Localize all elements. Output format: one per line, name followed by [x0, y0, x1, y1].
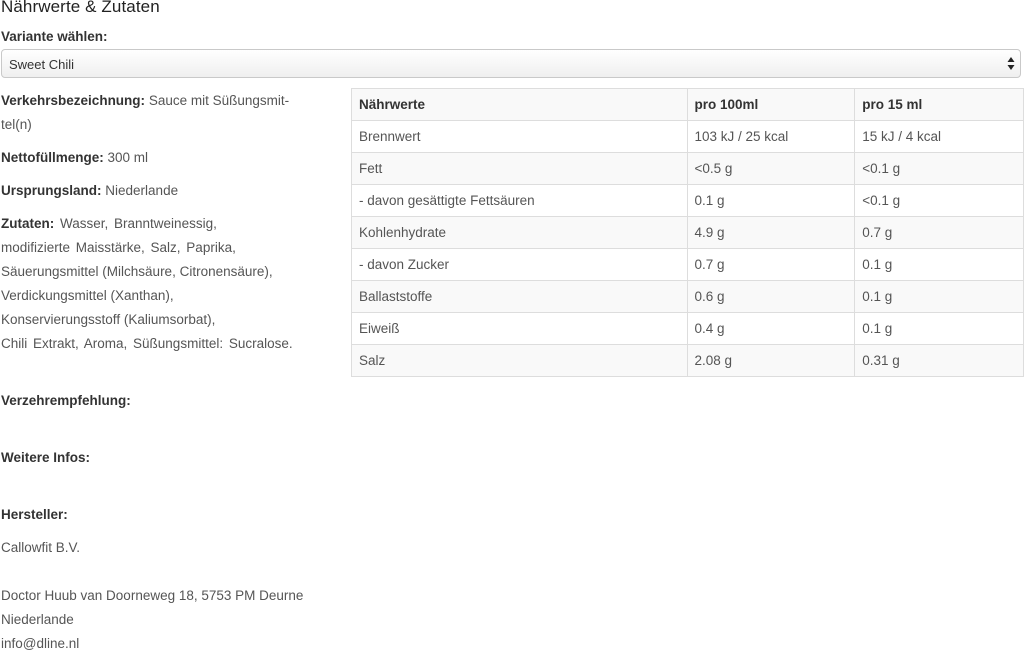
nutrition-cell: <0.1 g — [854, 152, 1024, 185]
nutrition-row: - davon Zucker 0.7 g 0.1 g — [351, 248, 1024, 281]
variant-selected-value: Sweet Chili — [9, 57, 75, 72]
designation-value-line1: Sauce mit Süßungsmit- — [148, 93, 290, 108]
more-info-label: Weitere Infos: — [1, 446, 331, 470]
ingredients-line: Konservierungsstoff (Kaliumsorbat), — [1, 312, 216, 327]
nutrition-cell: 0.1 g — [854, 280, 1024, 313]
ingredients-line: Verdickungsmittel (Xanthan), — [1, 288, 174, 303]
product-details: Verkehrsbezeichnung: Sauce mit Süßungsmi… — [1, 89, 331, 656]
nutrition-row: Fett <0.5 g <0.1 g — [351, 152, 1024, 185]
nutrition-row: Eiweiß 0.4 g 0.1 g — [351, 312, 1024, 345]
nutrition-header-cell: pro 100ml — [686, 88, 856, 121]
address-line2: Niederlande — [1, 612, 74, 627]
recommendation-label: Verzehrempfehlung: — [1, 389, 331, 413]
manufacturer-label-text: Hersteller: — [1, 507, 68, 522]
nutrition-cell: 0.6 g — [686, 280, 856, 313]
nutrition-cell: - davon Zucker — [351, 248, 688, 281]
nutrition-row: Salz 2.08 g 0.31 g — [351, 344, 1024, 377]
nutrition-cell: - davon gesättigte Fettsäuren — [351, 184, 688, 217]
nutrition-cell: Fett — [351, 152, 688, 185]
more-info-label-text: Weitere Infos: — [1, 450, 91, 465]
designation-row: Verkehrsbezeichnung: Sauce mit Süßungsmi… — [1, 89, 331, 113]
manufacturer-name: Callowfit B.V. — [1, 540, 81, 555]
nutrition-cell: <0.1 g — [854, 184, 1024, 217]
ingredients-line: modifizierte Maisstärke, Salz, Paprika, — [1, 240, 236, 255]
nutrition-row: - davon gesättigte Fettsäuren 0.1 g <0.1 g — [351, 184, 1024, 217]
nutrition-cell: Salz — [351, 344, 688, 377]
nutrition-cell: Eiweiß — [351, 312, 688, 345]
designation-label: Verkehrsbezeichnung: — [1, 93, 146, 108]
updown-arrows-icon — [1007, 57, 1015, 70]
nutrition-cell: 15 kJ / 4 kcal — [854, 120, 1024, 153]
nutrition-header-row: Nährwerte pro 100ml pro 15 ml — [351, 88, 1024, 121]
nutrition-cell: Brennwert — [351, 120, 688, 153]
ingredients-line: Chili Extrakt, Aroma, Süßungsmittel: Suc… — [1, 336, 293, 351]
nutrition-cell: 0.31 g — [854, 344, 1024, 377]
ingredients-row: Zutaten: Wasser, Branntweinessig, — [1, 212, 331, 236]
nutrition-cell: 0.1 g — [854, 248, 1024, 281]
nutrition-cell: Ballaststoffe — [351, 280, 688, 313]
nutrition-cell: 0.1 g — [686, 184, 856, 217]
designation-value-line2: tel(n) — [1, 117, 32, 132]
nutrition-cell: 0.1 g — [854, 312, 1024, 345]
email-address: info@dline.nl — [1, 636, 80, 651]
variant-select[interactable]: Sweet Chili — [1, 49, 1021, 78]
ingredients-line: Wasser, Branntweinessig, — [60, 216, 217, 231]
origin-value: Niederlande — [105, 183, 179, 198]
manufacturer-label: Hersteller: — [1, 503, 331, 527]
nutrition-cell: 0.7 g — [686, 248, 856, 281]
nutrition-header-cell: pro 15 ml — [854, 88, 1024, 121]
nutrition-cell: 0.7 g — [854, 216, 1024, 249]
nutrition-row: Kohlenhydrate 4.9 g 0.7 g — [351, 216, 1024, 249]
origin-row: Ursprungsland: Niederlande — [1, 179, 331, 203]
nutrition-header-cell: Nährwerte — [351, 88, 688, 121]
recommendation-label-text: Verzehrempfehlung: — [1, 393, 131, 408]
net-quantity-value: 300 ml — [107, 150, 149, 165]
nutrition-cell: 2.08 g — [686, 344, 856, 377]
page-title: Nährwerte & Zutaten — [1, 0, 160, 16]
net-quantity-label: Nettofüllmenge: — [1, 150, 104, 165]
ingredients-line: Säuerungsmittel (Milchsäure, Citronensäu… — [1, 264, 273, 279]
nutrition-table-body: Brennwert 103 kJ / 25 kcal 15 kJ / 4 kcal F… — [351, 120, 1024, 377]
nutrition-cell: Kohlenhydrate — [351, 216, 688, 249]
address-line1: Doctor Huub van Doorneweg 18, 5753 PM De… — [1, 588, 304, 603]
nutrition-row: Ballaststoffe 0.6 g 0.1 g — [351, 280, 1024, 313]
nutrition-cell: <0.5 g — [686, 152, 856, 185]
nutrition-row: Brennwert 103 kJ / 25 kcal 15 kJ / 4 kcal — [351, 120, 1024, 153]
nutrition-table: Nährwerte pro 100ml pro 15 ml Brennwert 1… — [351, 88, 1024, 377]
nutrition-cell: 103 kJ / 25 kcal — [686, 120, 856, 153]
nutrition-cell: 0.4 g — [686, 312, 856, 345]
origin-label: Ursprungsland: — [1, 183, 102, 198]
variant-label: Variante wählen: — [1, 29, 108, 44]
nutrition-cell: 4.9 g — [686, 216, 856, 249]
net-quantity-row: Nettofüllmenge: 300 ml — [1, 146, 331, 170]
ingredients-label: Zutaten: — [1, 216, 55, 231]
